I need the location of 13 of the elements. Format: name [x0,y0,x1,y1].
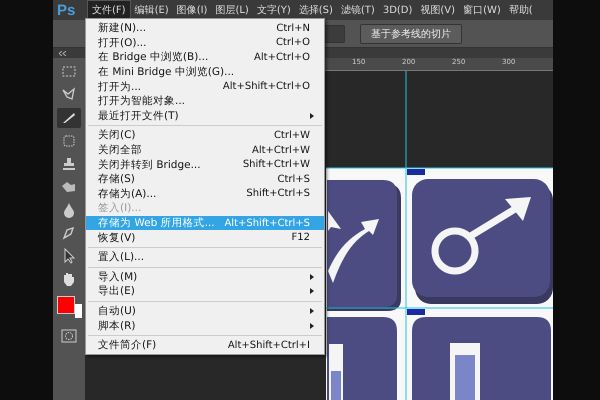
shortcut-label: Ctrl+W [274,130,310,141]
shortcut-label: Ctrl+N [276,22,310,34]
shortcut-label: Alt+Shift+Ctrl+O [222,81,310,92]
shortcut-label: Alt+Shift+Ctrl+S [224,218,310,229]
shortcut-label: Alt+Shift+Ctrl+I [228,340,310,351]
shortcut-label: F12 [292,232,310,244]
shortcut-label: Ctrl+S [277,174,310,185]
app-logo: Ps [56,2,76,18]
shortcut-label: Ctrl+O [276,37,310,48]
shortcut-label: Alt+Ctrl+O [254,52,310,63]
shortcut-label: Shift+Ctrl+W [242,159,310,170]
shortcut-label: Alt+Ctrl+W [252,144,310,156]
shortcut-label: Shift+Ctrl+S [246,188,310,200]
